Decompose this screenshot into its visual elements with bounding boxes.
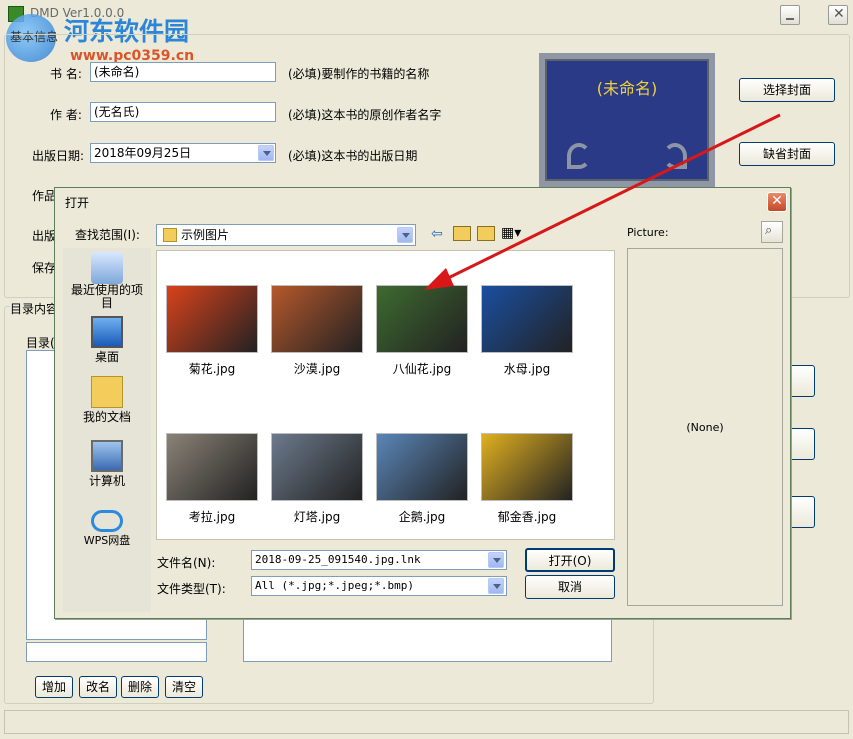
annotation-arrow (424, 113, 781, 290)
